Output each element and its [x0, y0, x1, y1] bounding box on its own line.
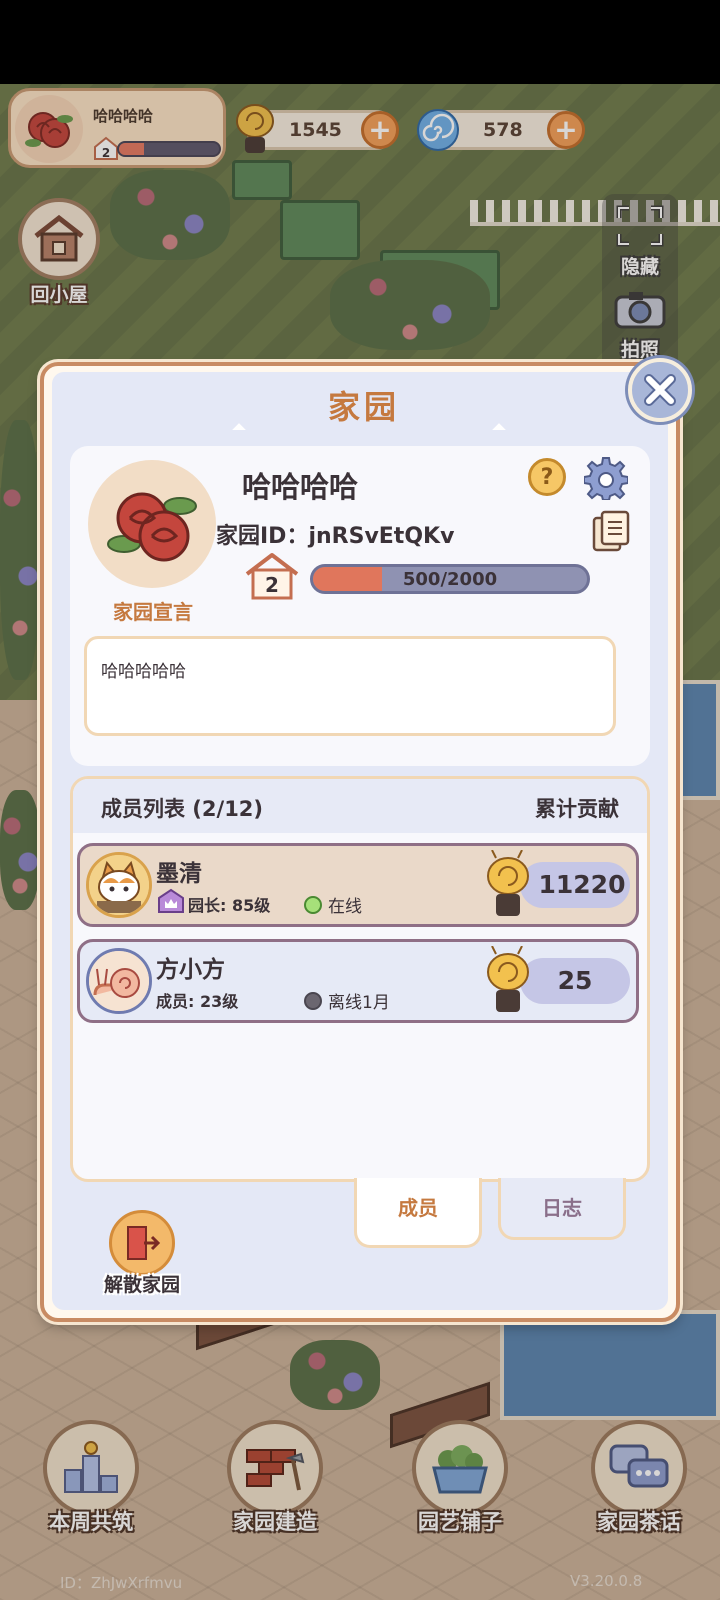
- garden-exp-text: 500/2000: [402, 569, 498, 590]
- garden-id: 家园ID：jnRSvEtQKv: [216, 518, 454, 550]
- declaration-box[interactable]: 哈哈哈哈哈: [84, 636, 616, 736]
- contribution-title: 累计贡献: [535, 797, 619, 821]
- member-role: 园长: 85级: [188, 896, 271, 915]
- contribution-value: 25: [557, 966, 593, 995]
- status-bar: [0, 0, 720, 84]
- cat-avatar-icon: [89, 855, 149, 915]
- dialog-body: 家园宣言 哈哈哈哈 家园ID：jnRSvEtQKv ? 2 500/2000 哈…: [52, 430, 668, 1310]
- members-panel: 成员列表 (2/12) 累计贡献 墨清 园长: 85级 在线 11220 方小方…: [70, 776, 650, 1182]
- member-status: 在线: [304, 892, 362, 917]
- snail-avatar-icon: [89, 951, 149, 1011]
- members-header: 成员列表 (2/12) 累计贡献: [73, 779, 647, 833]
- garden-id-label: 家园ID：: [216, 524, 309, 549]
- exit-door-icon: [109, 1210, 175, 1276]
- dialog-title: 家园: [327, 388, 400, 426]
- member-status: 离线1月: [304, 988, 390, 1013]
- offline-dot-icon: [304, 991, 322, 1010]
- garden-avatar[interactable]: [88, 460, 216, 588]
- house-level-icon: 2: [245, 553, 299, 600]
- garden-exp-bar: 500/2000: [310, 564, 590, 594]
- online-dot-icon: [304, 895, 322, 914]
- close-icon: [644, 374, 676, 406]
- dissolve-garden-button[interactable]: 解散家园: [82, 1210, 202, 1297]
- member-role: 成员: 23级: [156, 992, 239, 1011]
- member-avatar: [86, 852, 152, 918]
- declaration-label: 家园宣言: [113, 600, 193, 624]
- garden-dialog: 家园 家园宣言 哈哈哈哈 家园ID：jnRSvEtQKv ? 2 500/200…: [40, 358, 692, 1322]
- gear-icon[interactable]: [584, 456, 628, 500]
- golden-snail-icon: [487, 946, 529, 1012]
- members-list-title: 成员列表 (2/12): [101, 797, 264, 821]
- dialog-header: 家园: [52, 372, 668, 443]
- member-status-text: 在线: [328, 897, 362, 917]
- garden-id-value: jnRSvEtQKv: [308, 524, 455, 549]
- rose-icon: [107, 492, 197, 562]
- garden-info-panel: 家园宣言 哈哈哈哈 家园ID：jnRSvEtQKv ? 2 500/2000 哈…: [70, 446, 650, 766]
- member-name: 方小方: [156, 957, 225, 983]
- member-row[interactable]: 方小方 成员: 23级 离线1月 25: [77, 939, 639, 1023]
- garden-name: 哈哈哈哈: [242, 470, 359, 504]
- member-name: 墨清: [156, 861, 202, 887]
- help-button[interactable]: ?: [528, 458, 566, 496]
- tab-log[interactable]: 日志: [498, 1178, 626, 1240]
- question-icon: ?: [540, 464, 554, 490]
- tab-members[interactable]: 成员: [354, 1178, 482, 1248]
- dissolve-garden-label: 解散家园: [103, 1274, 180, 1296]
- contribution-pill: 11220: [520, 862, 630, 908]
- contribution-pill: 25: [520, 958, 630, 1004]
- close-button[interactable]: [628, 358, 692, 422]
- member-avatar: [86, 948, 152, 1014]
- owner-crown-icon: [158, 888, 184, 913]
- copy-icon[interactable]: [592, 510, 630, 552]
- golden-snail-icon: [487, 850, 529, 916]
- member-row[interactable]: 墨清 园长: 85级 在线 11220: [77, 843, 639, 927]
- member-status-text: 离线1月: [328, 993, 390, 1013]
- contribution-value: 11220: [538, 870, 626, 899]
- svg-text:2: 2: [265, 573, 279, 597]
